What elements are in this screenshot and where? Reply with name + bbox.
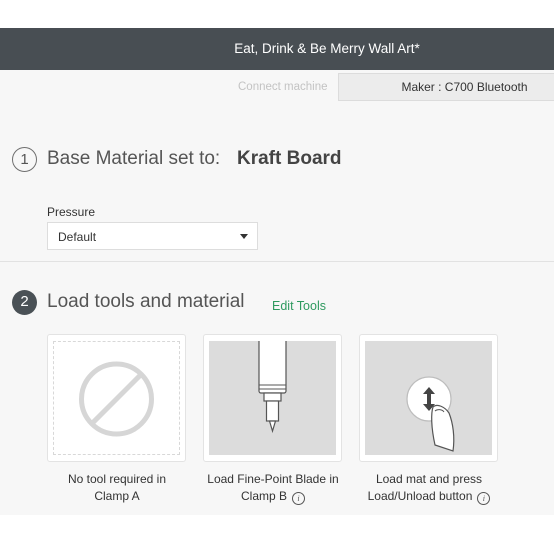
header-bar: Eat, Drink & Be Merry Wall Art*	[0, 28, 554, 70]
dropdown-caret-icon	[240, 234, 248, 239]
tool-card-clamp-b	[203, 334, 342, 462]
tool-card-load-mat	[359, 334, 498, 462]
machine-select-button[interactable]: Maker : C700 Bluetooth	[338, 73, 554, 101]
caption-text: Load/Unload button	[367, 489, 473, 503]
tool-card-caption: Load mat and press Load/Unload button i	[349, 471, 509, 505]
tool-card-image	[53, 341, 180, 455]
tool-card-clamp-a	[47, 334, 186, 462]
base-material-name[interactable]: Kraft Board	[237, 148, 342, 170]
step-2-badge: 2	[12, 290, 37, 315]
pressure-dropdown[interactable]: Default	[47, 222, 258, 250]
caption-line: Load Fine-Point Blade in	[207, 472, 339, 486]
tool-card-caption: No tool required in Clamp A	[37, 471, 197, 505]
connect-machine-link[interactable]: Connect machine	[238, 81, 328, 93]
tool-card-caption: Load Fine-Point Blade in Clamp B i	[193, 471, 353, 505]
caption-text: Clamp B	[240, 489, 287, 503]
tool-card-image	[365, 341, 492, 455]
project-title: Eat, Drink & Be Merry Wall Art*	[234, 41, 420, 56]
step-1-label: Base Material set to:	[47, 148, 221, 169]
no-tool-icon	[79, 361, 154, 437]
section-divider	[0, 261, 554, 262]
caption-line: Clamp B i	[193, 488, 353, 505]
tool-card-image	[209, 338, 336, 455]
prepare-panel: Connect machine Maker : C700 Bluetooth 1…	[0, 70, 554, 515]
info-icon[interactable]: i	[292, 492, 305, 505]
caption-line: Load mat and press	[375, 472, 483, 486]
caption-line: No tool required in	[67, 472, 167, 486]
pressure-label: Pressure	[47, 205, 96, 219]
edit-tools-link[interactable]: Edit Tools	[272, 299, 326, 313]
step-1-badge: 1	[12, 147, 37, 172]
load-unload-button-icon	[406, 376, 455, 452]
connect-row: Connect machine Maker : C700 Bluetooth	[0, 70, 554, 104]
step-2-label: Load tools and material	[47, 291, 245, 312]
pressure-value: Default	[58, 230, 97, 244]
fine-point-blade-icon	[258, 338, 287, 434]
caption-line: Load/Unload button i	[349, 488, 509, 505]
caption-line: Clamp A	[94, 489, 140, 503]
info-icon[interactable]: i	[477, 492, 491, 505]
